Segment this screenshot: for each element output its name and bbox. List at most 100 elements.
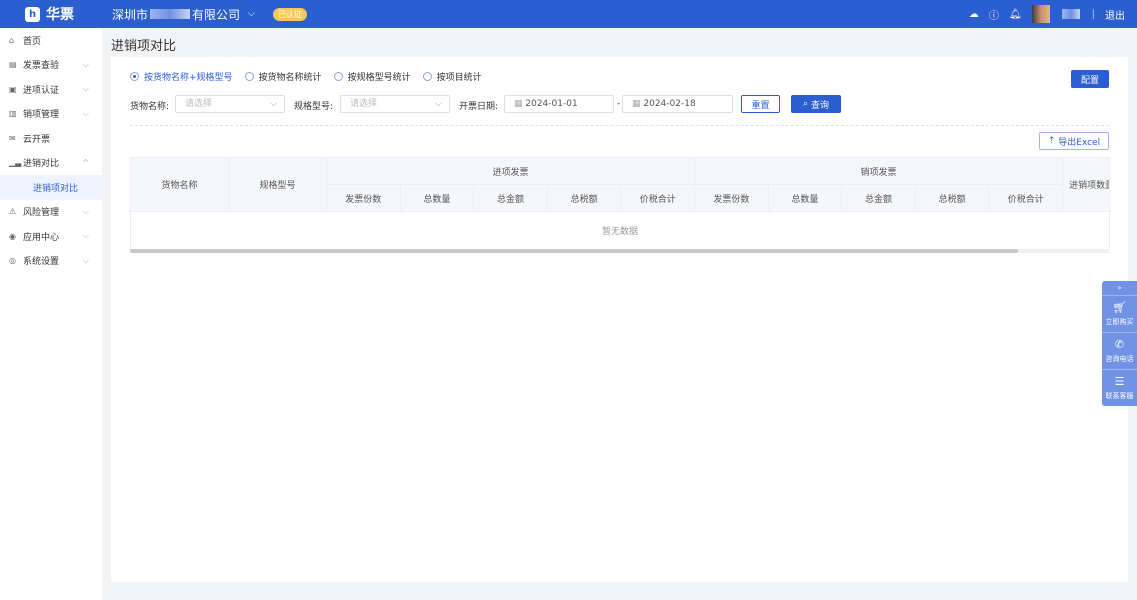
- sub-col-out-2: 总金额: [841, 184, 916, 212]
- sub-col-in-4: 价税合计: [620, 184, 696, 212]
- avatar[interactable]: [1031, 5, 1050, 23]
- sub-col-in-3: 总税额: [546, 184, 622, 212]
- sidebar-icon: ⚠: [9, 207, 17, 217]
- radio-icon: [333, 72, 343, 81]
- page-title: 进销项对比: [111, 39, 177, 54]
- cloud-upload-icon[interactable]: ☁: [969, 9, 979, 20]
- sub-col-out-0: 发票份数: [694, 184, 769, 212]
- collapse-button[interactable]: »: [1102, 281, 1137, 296]
- sidebar-icon: ✉: [9, 133, 16, 143]
- radio-option-0[interactable]: 按货物名称+规格型号: [130, 70, 233, 83]
- stat-mode-radio-group: 按货物名称+规格型号 按货物名称统计 按规格型号统计 按项目统计: [130, 70, 482, 83]
- sidebar-item-label: 进销项对比: [33, 183, 79, 194]
- sidebar-icon: ▤: [9, 60, 17, 70]
- date-start-input[interactable]: ▦ 2024-01-01: [504, 95, 614, 113]
- sidebar-item-5[interactable]: ▁▃ 进销对比 ^: [0, 151, 102, 176]
- chevron-down-icon: ⌵: [270, 99, 277, 109]
- chevron-down-icon: ⌵: [248, 9, 255, 19]
- calendar-icon: ▦: [514, 99, 526, 109]
- sidebar-item-0[interactable]: ⌂ 首页: [0, 28, 102, 53]
- phone-button[interactable]: ✆ 咨询电话: [1102, 333, 1137, 370]
- chevron-icon: ⌵: [82, 108, 89, 118]
- sidebar-icon: ▁▃: [9, 158, 22, 168]
- sidebar-icon: ⌂: [9, 35, 15, 45]
- chevron-icon: ⌵: [82, 84, 89, 94]
- double-chevron-right-icon: »: [1117, 284, 1122, 292]
- sidebar-item-6[interactable]: 进销项对比: [0, 175, 102, 200]
- logo[interactable]: h 华票: [25, 4, 74, 24]
- sidebar-item-7[interactable]: ⚠ 风险管理 ⌵: [0, 200, 102, 225]
- chevron-icon: ⌵: [82, 206, 89, 216]
- bell-icon[interactable]: 🔔︎: [1009, 9, 1022, 20]
- sidebar: ⌂ 首页 ▤ 发票查验 ⌵ ▣ 进项认证 ⌵ ▥ 销项管理 ⌵ ✉ 云开票 ▁▃ 进销对比 ^ 进销项对比 ⚠ 风险…: [0, 28, 102, 600]
- export-excel-button[interactable]: ⇡ 导出Excel: [1039, 132, 1109, 150]
- sidebar-item-8[interactable]: ◉ 应用中心 ⌵: [0, 224, 102, 249]
- col-quantity: 进销项数量: [1062, 157, 1111, 212]
- sidebar-item-2[interactable]: ▣ 进项认证 ⌵: [0, 77, 102, 102]
- logout-link[interactable]: 退出: [1105, 7, 1125, 22]
- sub-col-in-2: 总金额: [473, 184, 548, 212]
- help-icon[interactable]: ⓘ: [989, 7, 999, 22]
- cart-icon: 🛒︎: [1112, 301, 1127, 314]
- chevron-down-icon: ⌵: [435, 99, 442, 109]
- scrollbar-thumb[interactable]: [130, 249, 1018, 253]
- verified-badge: 已认证: [272, 7, 307, 21]
- sub-col-out-1: 总数量: [767, 184, 843, 212]
- sidebar-item-label: 风险管理: [23, 208, 60, 219]
- sidebar-item-label: 首页: [23, 36, 42, 47]
- top-header: h 华票 深圳市 有限公司 ⌵ 已认证 ☁ ⓘ 🔔︎ | 退出: [0, 0, 1137, 28]
- goods-select[interactable]: 请选择 ⌵: [175, 95, 285, 113]
- date-end-input[interactable]: ▦ 2024-02-18: [622, 95, 733, 113]
- radio-icon: [130, 72, 139, 81]
- radio-option-3[interactable]: 按项目统计: [422, 70, 482, 83]
- upload-icon: ⇡: [1047, 136, 1059, 146]
- sidebar-item-label: 云开票: [23, 134, 51, 145]
- sidebar-icon: ▥: [9, 109, 17, 119]
- logo-icon: h: [25, 6, 40, 22]
- redacted-text: [150, 9, 191, 19]
- chevron-icon: ⌵: [82, 255, 89, 265]
- reset-button[interactable]: 重置: [741, 95, 780, 113]
- buy-button[interactable]: 🛒︎ 立即购买: [1102, 296, 1137, 333]
- radio-icon: [244, 72, 254, 81]
- search-icon: ⌕: [803, 99, 811, 109]
- company-selector[interactable]: 深圳市 有限公司 ⌵: [112, 6, 255, 23]
- radio-option-1[interactable]: 按货物名称统计: [244, 70, 322, 83]
- goods-label: 货物名称:: [130, 102, 170, 112]
- sidebar-item-4[interactable]: ✉ 云开票: [0, 126, 102, 151]
- sidebar-item-label: 应用中心: [23, 232, 60, 243]
- sidebar-item-label: 销项管理: [23, 110, 60, 121]
- redacted-username: [1061, 9, 1080, 19]
- empty-state: 暂无数据: [129, 211, 1111, 250]
- spec-select[interactable]: 请选择 ⌵: [340, 95, 450, 113]
- sidebar-item-label: 进销对比: [23, 159, 60, 170]
- customer-service-button[interactable]: ☰ 联系客服: [1102, 370, 1137, 406]
- sidebar-item-9[interactable]: ◎ 系统设置 ⌵: [0, 249, 102, 274]
- col-goods: 货物名称: [130, 157, 229, 212]
- sidebar-icon: ◉: [9, 231, 16, 241]
- sub-col-in-1: 总数量: [399, 184, 475, 212]
- service-icon: ☰: [1114, 375, 1125, 388]
- comparison-table: 货物名称 规格型号 进项发票 销项发票 进销项数量 发票份数总数量总金额总税额价…: [129, 157, 1111, 250]
- spec-label: 规格型号:: [294, 102, 334, 112]
- date-separator: -: [617, 99, 621, 109]
- sidebar-item-label: 发票查验: [23, 61, 60, 72]
- phone-icon: ✆: [1114, 338, 1125, 351]
- sub-col-out-3: 总税额: [914, 184, 990, 212]
- query-button[interactable]: ⌕ 查询: [791, 95, 841, 113]
- chevron-icon: ⌵: [82, 231, 89, 241]
- sidebar-item-3[interactable]: ▥ 销项管理 ⌵: [0, 102, 102, 127]
- calendar-icon: ▦: [632, 99, 644, 109]
- sidebar-item-1[interactable]: ▤ 发票查验 ⌵: [0, 53, 102, 78]
- date-label: 开票日期:: [459, 102, 499, 112]
- chevron-icon: ⌵: [82, 59, 89, 69]
- radio-option-2[interactable]: 按规格型号统计: [333, 70, 411, 83]
- group-out-invoice: 销项发票: [694, 157, 1064, 185]
- sidebar-item-label: 进项认证: [23, 85, 60, 96]
- config-button[interactable]: 配置: [1071, 70, 1109, 88]
- horizontal-scrollbar[interactable]: [130, 249, 1109, 253]
- group-in-invoice: 进项发票: [325, 157, 696, 185]
- sidebar-item-label: 系统设置: [23, 257, 60, 268]
- col-spec: 规格型号: [228, 157, 327, 212]
- sidebar-icon: ◎: [9, 256, 16, 266]
